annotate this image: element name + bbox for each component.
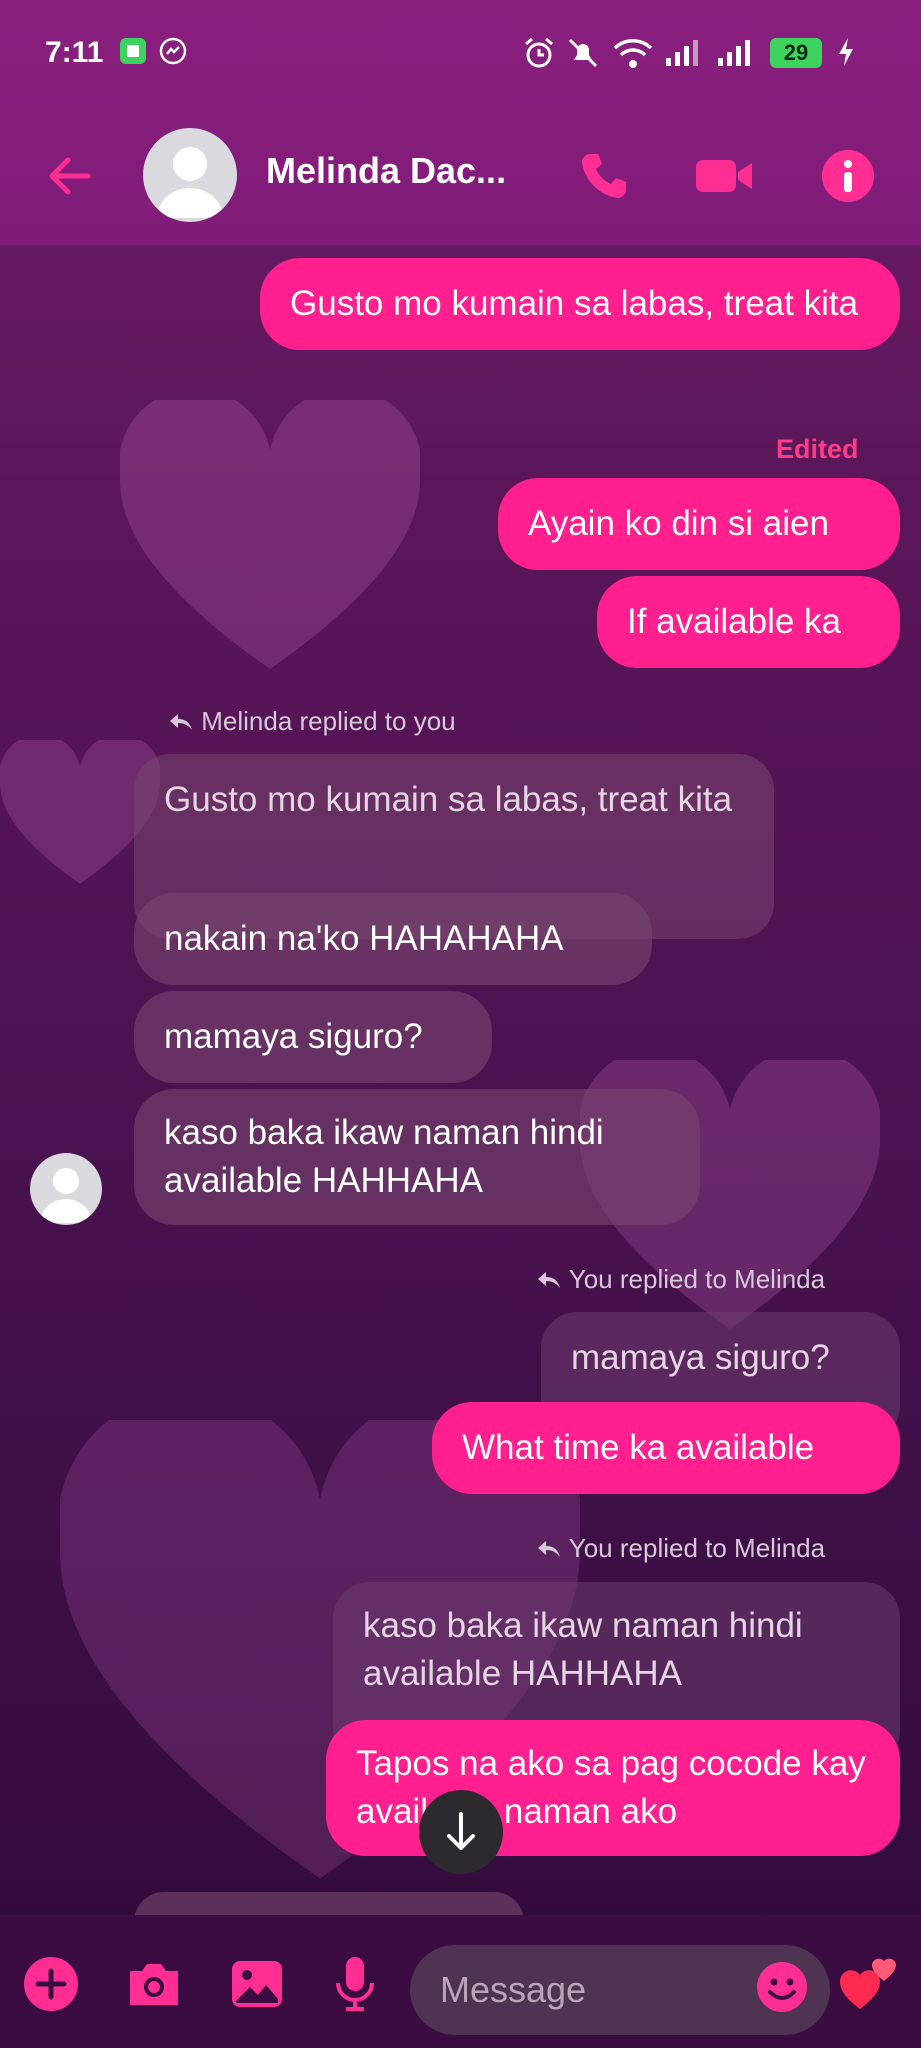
video-camera-icon[interactable] <box>694 148 752 204</box>
microphone-icon[interactable] <box>330 1955 388 2013</box>
info-icon[interactable] <box>820 148 876 204</box>
incoming-message[interactable]: mamaya siguro? <box>134 991 492 1083</box>
camera-icon[interactable] <box>124 1955 182 2013</box>
message-text: mamaya siguro? <box>164 1017 423 1056</box>
reply-label: Melinda replied to you <box>201 706 456 736</box>
emoji-icon[interactable] <box>755 1960 813 2018</box>
outgoing-message[interactable]: Gusto mo kumain sa labas, treat kita <box>260 258 900 350</box>
message-text: Gusto mo kumain sa labas, treat kita <box>290 284 859 323</box>
image-icon[interactable] <box>228 1955 286 2013</box>
message-text: nakain na'ko HAHAHAHA <box>164 919 564 958</box>
composer-bar: Message <box>0 1915 921 2048</box>
sender-avatar[interactable] <box>30 1153 102 1225</box>
message-placeholder: Message <box>440 1969 587 2010</box>
status-bar: 7:11 29 <box>0 0 921 110</box>
chat-header: Melinda Dac... <box>0 120 921 230</box>
messenger-icon <box>158 36 188 71</box>
battery-indicator: 29 <box>770 38 822 68</box>
status-time: 7:11 <box>45 36 104 69</box>
quoted-text: Gusto mo kumain sa labas, treat kita <box>164 780 733 819</box>
charging-icon <box>836 36 856 73</box>
contact-avatar[interactable] <box>143 128 237 222</box>
back-arrow-icon[interactable] <box>42 148 98 204</box>
reply-label: You replied to Melinda <box>568 1533 826 1563</box>
reply-indicator: Melinda replied to you <box>168 706 456 737</box>
mute-bell-icon <box>566 36 600 75</box>
plus-icon[interactable] <box>22 1955 80 2013</box>
outgoing-message[interactable]: What time ka available <box>432 1402 900 1494</box>
quoted-text: mamaya siguro? <box>571 1338 830 1377</box>
phone-icon[interactable] <box>576 148 632 204</box>
reply-arrow-icon <box>538 1272 560 1288</box>
incoming-message[interactable]: kaso baka ikaw naman hindi available HAH… <box>134 1089 700 1225</box>
signal-icon-2 <box>716 36 756 73</box>
incoming-message[interactable]: nakain na'ko HAHAHAHA <box>134 893 652 985</box>
scroll-to-bottom-button[interactable] <box>419 1790 503 1874</box>
message-text: Ayain ko din si aien <box>528 504 829 543</box>
arrow-down-icon <box>447 1812 475 1850</box>
signal-icon <box>664 36 704 73</box>
reply-indicator: You replied to Melinda <box>536 1264 825 1295</box>
message-text: kaso baka ikaw naman hindi available HAH… <box>164 1113 604 1200</box>
wifi-icon <box>612 36 654 75</box>
app-notification-icon <box>118 36 148 71</box>
message-text: What time ka available <box>462 1428 815 1467</box>
reply-arrow-icon <box>538 1541 560 1557</box>
outgoing-message[interactable]: Tapos na ako sa pag cocode kay available… <box>326 1720 900 1856</box>
quoted-text: kaso baka ikaw naman hindi available HAH… <box>363 1606 803 1693</box>
top-bar: 7:11 29 Melinda Dac... <box>0 0 921 245</box>
outgoing-message[interactable]: Ayain ko din si aien <box>498 478 900 570</box>
reply-arrow-icon <box>170 714 192 730</box>
edited-label: Edited <box>776 434 859 464</box>
background-heart-icon <box>120 400 420 669</box>
message-text: If available ka <box>627 602 842 641</box>
alarm-icon <box>522 36 556 75</box>
reply-label: You replied to Melinda <box>568 1264 826 1294</box>
heart-icon[interactable] <box>838 1951 896 2009</box>
reply-indicator: You replied to Melinda <box>536 1533 825 1564</box>
outgoing-message[interactable]: If available ka <box>597 576 900 668</box>
contact-name[interactable]: Melinda Dac... <box>266 150 506 192</box>
